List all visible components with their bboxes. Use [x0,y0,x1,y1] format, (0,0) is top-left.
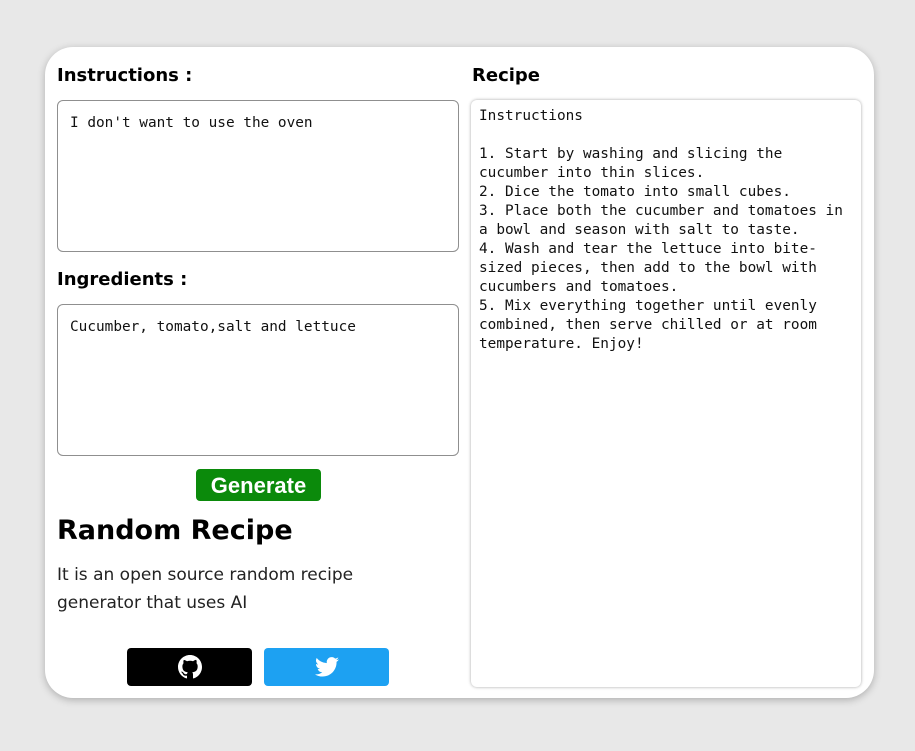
recipe-output[interactable]: Instructions 1. Start by washing and sli… [471,100,861,687]
instructions-textarea[interactable]: I don't want to use the oven [57,100,459,252]
app-description: It is an open source random recipe gener… [57,565,354,613]
github-icon [177,655,202,679]
twitter-button[interactable] [264,648,389,686]
instructions-label: Instructions : [57,65,193,86]
twitter-icon [314,657,339,677]
app-title: Random Recipe [57,515,293,546]
generate-button[interactable]: Generate [196,469,321,501]
ingredients-textarea[interactable]: Cucumber, tomato,salt and lettuce [57,304,459,456]
recipe-card: Instructions : I don't want to use the o… [45,47,874,698]
recipe-label: Recipe [472,65,541,86]
github-button[interactable] [127,648,252,686]
ingredients-label: Ingredients : [57,269,188,290]
